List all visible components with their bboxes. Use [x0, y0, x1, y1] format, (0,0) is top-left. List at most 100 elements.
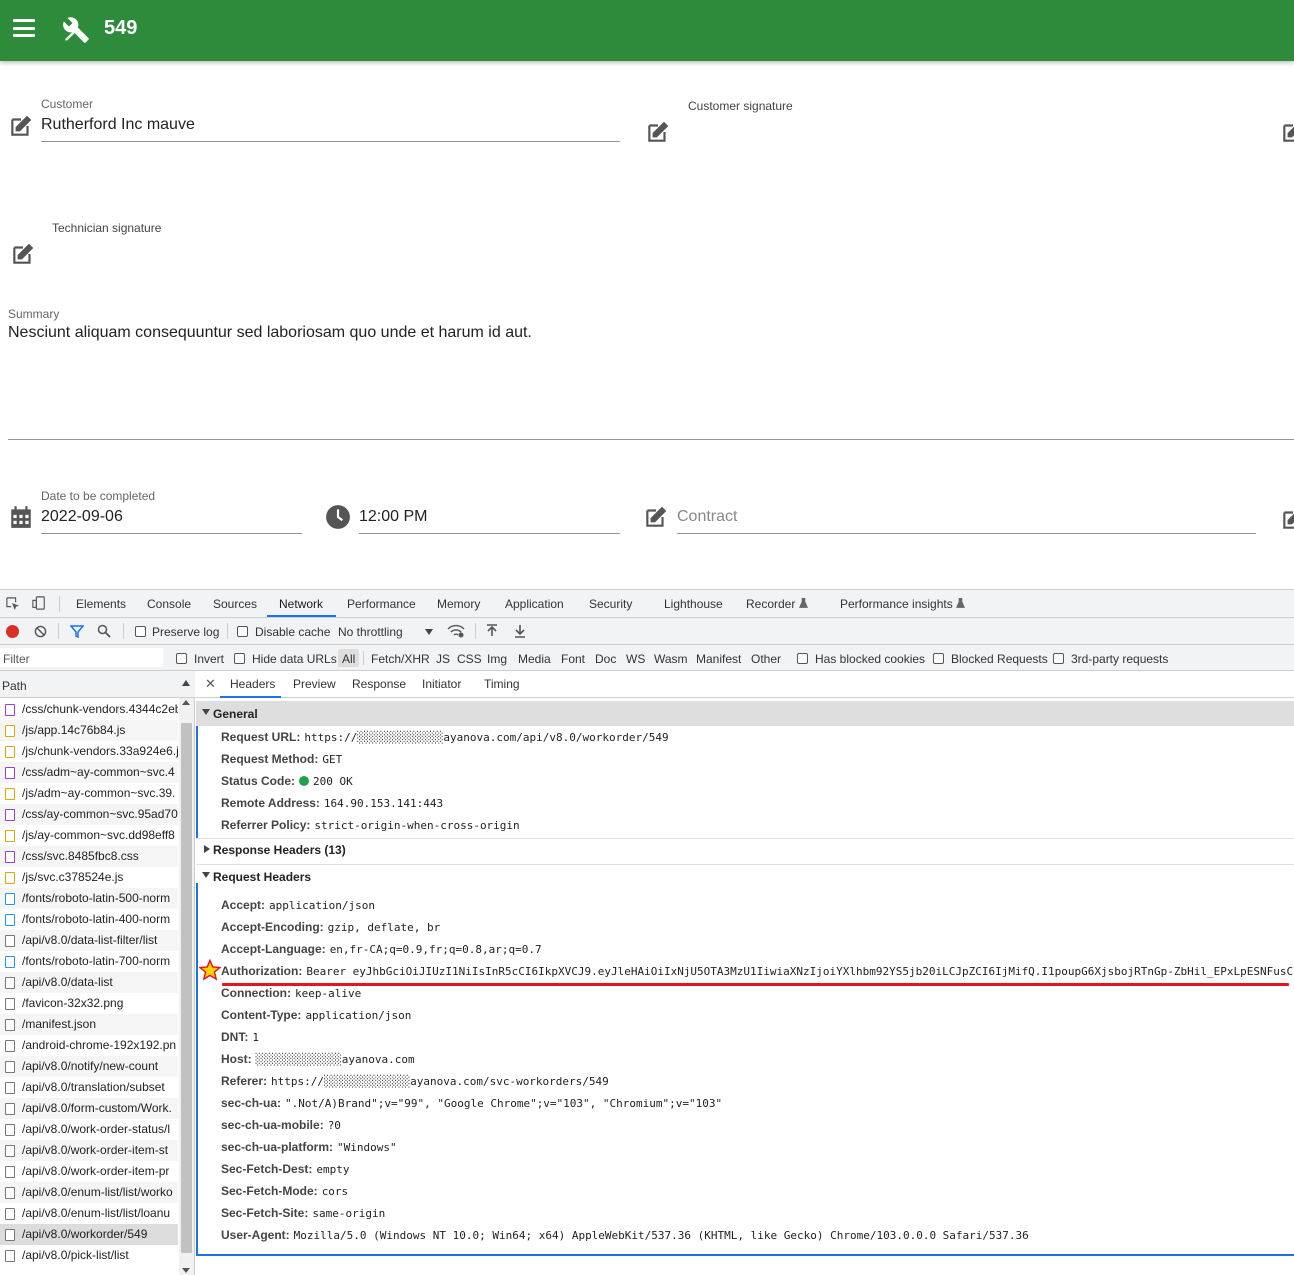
tab-performance-insights[interactable]: Performance insights [840, 597, 953, 611]
request-row[interactable]: /api/v8.0/translation/subset [0, 1077, 178, 1098]
sort-up-icon[interactable] [182, 680, 190, 686]
clear-icon[interactable] [34, 625, 47, 638]
inspect-element-icon[interactable] [6, 597, 20, 611]
request-row[interactable]: /fonts/roboto-latin-500-norm [0, 888, 178, 909]
invert-checkbox[interactable] [176, 653, 187, 664]
menu-icon[interactable] [13, 19, 35, 37]
type-filter-css[interactable]: CSS [457, 652, 482, 666]
clock-icon[interactable] [325, 504, 351, 530]
tab-console[interactable]: Console [147, 597, 191, 611]
calendar-icon[interactable] [8, 504, 34, 530]
disable-cache-checkbox[interactable] [237, 626, 248, 637]
type-filter-wasm[interactable]: Wasm [654, 652, 688, 666]
edit-icon[interactable] [8, 113, 34, 139]
type-filter-fetch-xhr[interactable]: Fetch/XHR [371, 652, 430, 666]
tab-lighthouse[interactable]: Lighthouse [664, 597, 723, 611]
close-icon[interactable]: ✕ [205, 676, 216, 692]
tab-headers[interactable]: Headers [230, 677, 275, 691]
header-row: Accept-Encoding: gzip, deflate, br [221, 920, 440, 934]
type-filter-img[interactable]: Img [487, 652, 507, 666]
request-row[interactable]: /favicon-32x32.png [0, 993, 178, 1014]
type-filter-other[interactable]: Other [751, 652, 781, 666]
general-section-header[interactable]: General [196, 701, 1294, 726]
request-row[interactable]: /api/v8.0/form-custom/Work. [0, 1098, 178, 1119]
filter-icon[interactable] [69, 625, 85, 639]
has-blocked-cookies-checkbox[interactable] [797, 653, 808, 664]
contract-edit-icon[interactable] [643, 504, 669, 530]
request-row[interactable]: /api/v8.0/notify/new-count [0, 1056, 178, 1077]
request-row[interactable]: /api/v8.0/work-order-item-pr [0, 1161, 178, 1182]
request-list-scrollbar[interactable] [179, 698, 194, 1275]
technician-signature-edit-icon[interactable] [10, 241, 36, 267]
response-headers-section-header[interactable]: Response Headers (13) [196, 830, 1294, 857]
import-har-icon[interactable] [486, 624, 498, 638]
request-row[interactable]: /api/v8.0/pick-list/list [0, 1245, 178, 1266]
request-row[interactable]: /js/app.14c76b84.js [0, 720, 178, 741]
time-field[interactable]: 12:00 PM [359, 508, 427, 526]
request-row[interactable]: /fonts/roboto-latin-700-norm [0, 951, 178, 972]
customer-signature-edit-icon[interactable] [645, 119, 671, 145]
request-row[interactable]: /api/v8.0/work-order-status/l [0, 1119, 178, 1140]
request-row[interactable]: /android-chrome-192x192.pn [0, 1035, 178, 1056]
chevron-down-icon[interactable] [425, 629, 433, 635]
type-filter-ws[interactable]: WS [626, 652, 645, 666]
tab-application[interactable]: Application [505, 597, 564, 611]
tab-sources[interactable]: Sources [213, 597, 257, 611]
request-row[interactable]: /js/chunk-vendors.33a924e6.j [0, 741, 178, 762]
network-conditions-icon[interactable] [447, 624, 465, 638]
export-har-icon[interactable] [514, 624, 526, 638]
blocked-requests-checkbox[interactable] [933, 653, 944, 664]
request-row[interactable]: /api/v8.0/data-list-filter/list [0, 930, 178, 951]
tab-initiator[interactable]: Initiator [422, 677, 461, 691]
filter-input[interactable]: Filter [3, 652, 30, 666]
tab-recorder[interactable]: Recorder [746, 597, 795, 611]
request-row[interactable]: /css/svc.8485fbc8.css [0, 846, 178, 867]
contract-field[interactable]: Contract [677, 508, 737, 526]
request-row[interactable]: /api/v8.0/work-order-item-st [0, 1140, 178, 1161]
edit-icon-cut[interactable] [1280, 119, 1294, 145]
tab-response[interactable]: Response [352, 677, 406, 691]
request-row[interactable]: /css/ay-common~svc.95ad70 [0, 804, 178, 825]
request-row[interactable]: /api/v8.0/workorder/549 [0, 1224, 178, 1245]
hide-data-urls-checkbox[interactable] [234, 653, 245, 664]
scroll-thumb[interactable] [181, 723, 192, 1253]
tab-network[interactable]: Network [279, 597, 323, 611]
request-headers-section-header[interactable]: Request Headers [196, 857, 1294, 884]
type-filter-font[interactable]: Font [561, 652, 585, 666]
third-party-checkbox[interactable] [1053, 653, 1064, 664]
request-row[interactable]: /manifest.json [0, 1014, 178, 1035]
tab-memory[interactable]: Memory [437, 597, 480, 611]
preserve-log-checkbox[interactable] [135, 626, 146, 637]
request-row[interactable]: /css/adm~ay-common~svc.4 [0, 762, 178, 783]
date-field[interactable]: 2022-09-06 [41, 508, 123, 526]
type-filter-js[interactable]: JS [436, 652, 450, 666]
record-icon[interactable] [6, 625, 19, 638]
path-column-header[interactable]: Path [0, 671, 195, 698]
tab-performance[interactable]: Performance [347, 597, 416, 611]
edit-icon-cut[interactable] [1280, 506, 1294, 532]
request-row[interactable]: /css/chunk-vendors.4344c2eb [0, 699, 178, 720]
request-row[interactable]: /js/adm~ay-common~svc.39. [0, 783, 178, 804]
type-filter-manifest[interactable]: Manifest [696, 652, 741, 666]
scroll-up-icon[interactable] [182, 700, 190, 705]
summary-field[interactable]: Nesciunt aliquam consequuntur sed labori… [8, 324, 532, 342]
tab-elements[interactable]: Elements [76, 597, 126, 611]
request-row[interactable]: /api/v8.0/enum-list/list/loanu [0, 1203, 178, 1224]
request-row[interactable]: /js/svc.c378524e.js [0, 867, 178, 888]
type-filter-all[interactable]: All [342, 652, 355, 666]
request-row[interactable]: /js/ay-common~svc.dd98eff8 [0, 825, 178, 846]
request-row[interactable]: /api/v8.0/data-list [0, 972, 178, 993]
search-icon[interactable] [97, 624, 111, 638]
device-toolbar-icon[interactable] [32, 596, 46, 612]
request-row[interactable]: /fonts/roboto-latin-400-norm [0, 909, 178, 930]
header-name: Sec-Fetch-Site: [221, 1206, 309, 1220]
type-filter-doc[interactable]: Doc [595, 652, 616, 666]
throttling-select[interactable]: No throttling [338, 625, 403, 639]
tab-preview[interactable]: Preview [293, 677, 336, 691]
type-filter-media[interactable]: Media [518, 652, 551, 666]
tab-timing[interactable]: Timing [484, 677, 520, 691]
scroll-down-icon[interactable] [182, 1268, 190, 1273]
request-row[interactable]: /api/v8.0/enum-list/list/worko [0, 1182, 178, 1203]
tab-security[interactable]: Security [589, 597, 632, 611]
customer-field[interactable]: Rutherford Inc mauve [41, 116, 195, 134]
